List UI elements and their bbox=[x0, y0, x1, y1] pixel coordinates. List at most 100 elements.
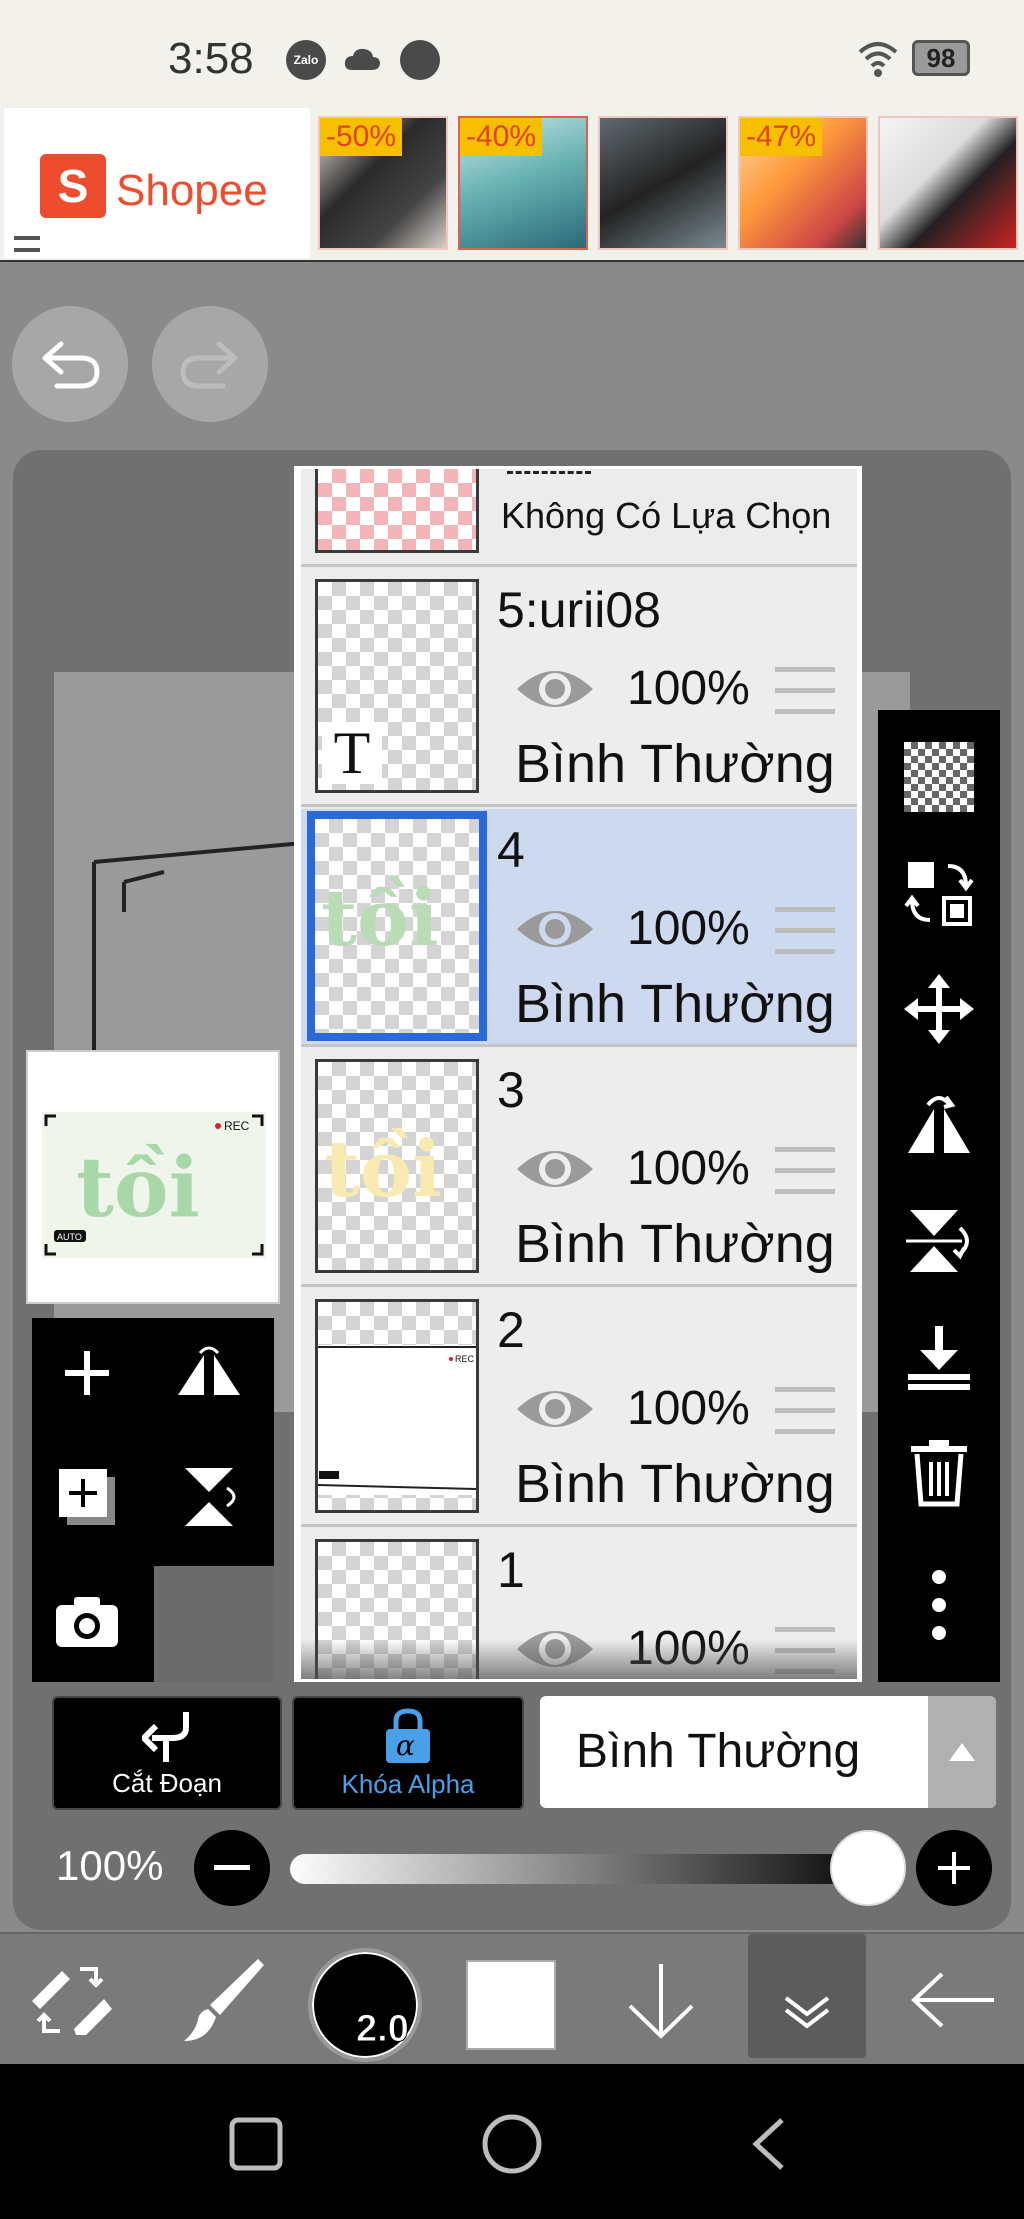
square-icon bbox=[229, 2117, 283, 2171]
wifi-icon bbox=[858, 42, 898, 77]
ad-product-tempered-glass[interactable]: -47% bbox=[738, 116, 868, 250]
clipping-button[interactable]: Cắt Đoạn bbox=[52, 1696, 282, 1810]
arrow-left-icon bbox=[911, 1972, 994, 2028]
select-layer-button[interactable] bbox=[878, 838, 1000, 948]
svg-text:α: α bbox=[396, 1729, 415, 1762]
layer-row[interactable]: REC 2 100% Bình Thường bbox=[301, 1289, 857, 1527]
minus-icon bbox=[214, 1865, 250, 1870]
flip-vertical-icon bbox=[906, 1210, 969, 1272]
merge-down-button[interactable] bbox=[878, 1302, 1000, 1412]
plus-icon bbox=[938, 1852, 970, 1884]
opacity-increase-button[interactable] bbox=[916, 1830, 992, 1906]
flip-vertical-button[interactable] bbox=[154, 1442, 264, 1552]
scroll-down-button[interactable] bbox=[608, 1934, 714, 2066]
trash-icon bbox=[911, 1440, 967, 1507]
ad-product-screen-protector[interactable]: -40% bbox=[458, 116, 588, 250]
layer-row[interactable]: tồi 3 100% Bình Thường bbox=[301, 1049, 857, 1287]
layer-blend-mode: Bình Thường bbox=[515, 734, 835, 794]
brush-icon bbox=[184, 1959, 264, 2041]
layer-thumbnail bbox=[315, 469, 479, 553]
list-fade bbox=[301, 1639, 857, 1679]
layer-row-selection[interactable]: Không Có Lựa Chọn bbox=[301, 469, 857, 567]
shopee-brand: Shopee bbox=[116, 166, 268, 215]
flip-horizontal-button[interactable] bbox=[154, 1318, 264, 1428]
layer-thumbnail: REC bbox=[315, 1299, 479, 1513]
layer-thumbnail: tồi bbox=[307, 811, 487, 1041]
preview-image: REC tồi AUTO bbox=[42, 1112, 266, 1258]
visibility-eye-icon[interactable] bbox=[513, 659, 597, 719]
blend-mode-select[interactable]: Bình Thường bbox=[540, 1696, 996, 1808]
opacity-value: 100% bbox=[56, 1842, 164, 1889]
clipping-label: Cắt Đoạn bbox=[112, 1767, 222, 1798]
preview-rec-label: REC bbox=[224, 1119, 250, 1133]
layers-button[interactable] bbox=[748, 1934, 866, 2058]
transparency-button[interactable] bbox=[878, 722, 1000, 832]
blend-mode-value: Bình Thường bbox=[576, 1725, 861, 1778]
brush-size-value: 2.0 bbox=[356, 2008, 410, 2051]
selection-label: Không Có Lựa Chọn bbox=[501, 495, 832, 536]
ad-product-phone[interactable] bbox=[878, 116, 1018, 250]
ad-banner[interactable]: S Shopee -50% -40% -47% bbox=[0, 104, 1024, 262]
chevron-left-icon bbox=[752, 2118, 784, 2170]
status-time: 3:58 bbox=[168, 34, 254, 83]
selection-marquee-icon bbox=[507, 471, 591, 475]
tool-switch-button[interactable] bbox=[16, 1934, 126, 2066]
lock-icon: α bbox=[386, 1707, 430, 1763]
plus-icon bbox=[65, 1351, 109, 1395]
add-layer-button[interactable] bbox=[32, 1318, 142, 1428]
home-button[interactable] bbox=[472, 2104, 552, 2184]
move-button[interactable] bbox=[878, 954, 1000, 1064]
alpha-lock-button[interactable]: α Khóa Alpha bbox=[292, 1696, 524, 1810]
visibility-eye-icon[interactable] bbox=[513, 899, 597, 959]
layer-blend-mode: Bình Thường bbox=[515, 974, 835, 1034]
flip-horizontal-icon bbox=[178, 1346, 240, 1395]
ad-product-glass[interactable] bbox=[598, 116, 728, 250]
layer-opacity: 100% bbox=[627, 902, 750, 955]
camera-button[interactable] bbox=[32, 1566, 142, 1676]
drag-handle-icon[interactable] bbox=[775, 667, 835, 715]
left-panel-gap bbox=[154, 1566, 274, 1682]
more-vertical-icon bbox=[932, 1570, 946, 1640]
menu-icon[interactable] bbox=[14, 236, 40, 252]
preview-auto-label: AUTO bbox=[57, 1232, 82, 1242]
layer-list[interactable]: Không Có Lựa Chọn T 5:urii08 100% Bình T… bbox=[294, 466, 862, 1682]
clip-arrow-icon bbox=[142, 1711, 189, 1762]
visibility-eye-icon[interactable] bbox=[513, 1139, 597, 1199]
undo-button[interactable] bbox=[12, 306, 128, 422]
brush-eraser-swap-icon bbox=[32, 1967, 112, 2035]
drag-handle-icon[interactable] bbox=[775, 1387, 835, 1435]
opacity-slider-thumb[interactable] bbox=[830, 1830, 906, 1906]
undo-icon bbox=[42, 341, 100, 389]
layer-row-selected[interactable]: tồi 4 100% Bình Thường bbox=[301, 809, 857, 1047]
canvas-preview[interactable]: REC tồi AUTO bbox=[26, 1050, 280, 1304]
dropdown-arrow-icon[interactable] bbox=[928, 1696, 996, 1808]
shopee-logo[interactable]: S Shopee bbox=[4, 108, 310, 258]
more-options-button[interactable] bbox=[878, 1550, 1000, 1660]
delete-layer-button[interactable] bbox=[878, 1418, 1000, 1528]
redo-button[interactable] bbox=[152, 306, 268, 422]
thumb-word: tồi bbox=[321, 873, 439, 964]
flip-vertical-layer-button[interactable] bbox=[878, 1186, 1000, 1296]
add-copy-icon bbox=[59, 1469, 115, 1525]
add-folder-button[interactable] bbox=[32, 1442, 142, 1552]
visibility-eye-icon[interactable] bbox=[513, 1379, 597, 1439]
layer-name: 4 bbox=[497, 822, 525, 878]
layer-row[interactable]: T 5:urii08 100% Bình Thường bbox=[301, 569, 857, 807]
opacity-slider[interactable] bbox=[290, 1854, 890, 1884]
merge-down-icon bbox=[908, 1326, 970, 1390]
ad-product-jacket[interactable]: -50% bbox=[318, 116, 448, 250]
system-back-button[interactable] bbox=[728, 2104, 808, 2184]
recent-apps-button[interactable] bbox=[216, 2104, 296, 2184]
flip-horizontal-layer-button[interactable] bbox=[878, 1070, 1000, 1180]
opacity-decrease-button[interactable] bbox=[194, 1830, 270, 1906]
alpha-lock-label: Khóa Alpha bbox=[341, 1768, 475, 1799]
back-button[interactable] bbox=[898, 1934, 1008, 2066]
drag-handle-icon[interactable] bbox=[775, 1147, 835, 1195]
color-swatch[interactable] bbox=[466, 1960, 556, 2050]
circle-icon bbox=[482, 2114, 542, 2174]
layer-thumbnail: T bbox=[315, 579, 479, 793]
drag-handle-icon[interactable] bbox=[775, 907, 835, 955]
brush-tool-button[interactable] bbox=[168, 1934, 278, 2066]
discount-badge: -40% bbox=[460, 118, 543, 156]
flip-vertical-icon bbox=[185, 1468, 236, 1526]
